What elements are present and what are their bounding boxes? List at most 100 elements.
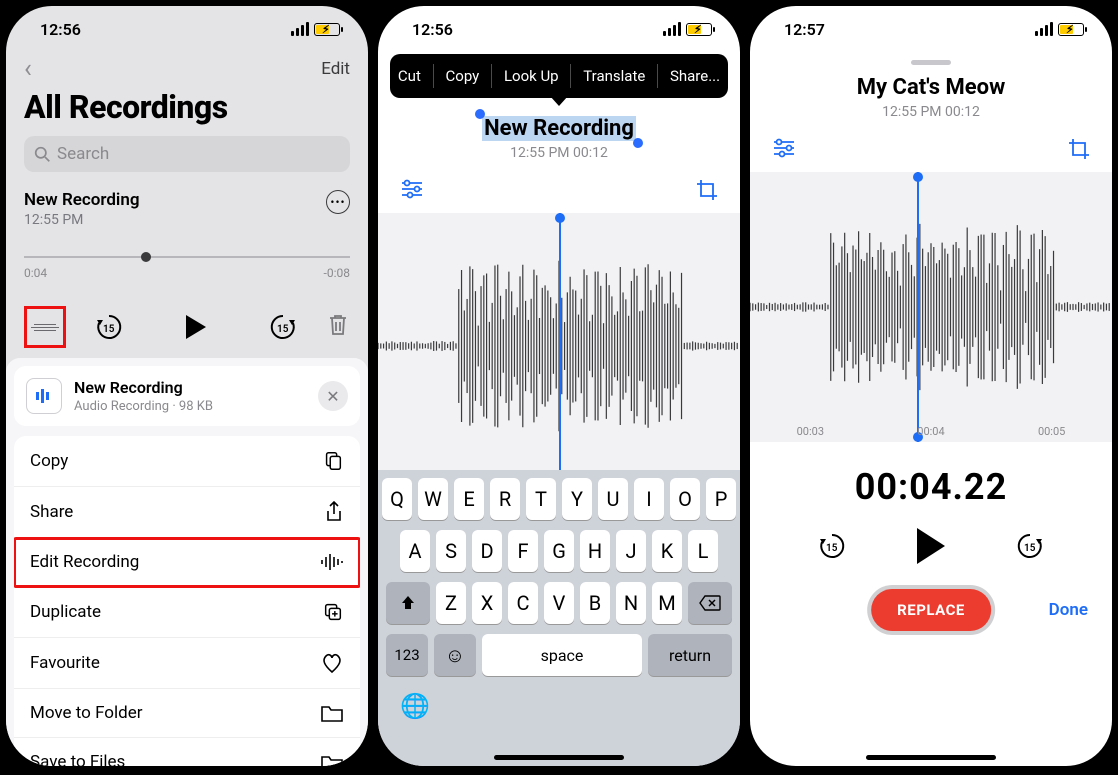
action-sheet: New Recording Audio Recording · 98 KB ✕ … <box>6 358 368 766</box>
key-emoji[interactable]: ☺ <box>434 634 476 676</box>
key-l[interactable]: L <box>688 530 718 572</box>
key-s[interactable]: S <box>436 530 466 572</box>
globe-icon[interactable]: 🌐 <box>382 686 736 720</box>
home-indicator[interactable] <box>494 755 624 760</box>
key-p[interactable]: P <box>706 478 736 520</box>
key-backspace[interactable] <box>688 582 732 624</box>
key-d[interactable]: D <box>472 530 502 572</box>
scrub-remaining: -0:08 <box>324 266 350 280</box>
key-c[interactable]: C <box>508 582 538 624</box>
play-icon[interactable] <box>186 315 206 339</box>
key-n[interactable]: N <box>616 582 646 624</box>
title-input[interactable]: New Recording <box>482 116 636 141</box>
sheet-grabber[interactable] <box>911 60 951 65</box>
heart-icon <box>320 652 344 674</box>
key-f[interactable]: F <box>508 530 538 572</box>
folder-icon <box>320 753 344 766</box>
key-x[interactable]: X <box>472 582 502 624</box>
play-icon[interactable] <box>917 528 945 564</box>
crop-icon[interactable] <box>696 179 718 205</box>
skip-forward-icon[interactable]: 15 <box>1015 531 1045 561</box>
shift-icon <box>399 594 417 612</box>
menu-favourite[interactable]: Favourite <box>14 638 360 689</box>
key-j[interactable]: J <box>616 530 646 572</box>
key-k[interactable]: K <box>652 530 682 572</box>
elapsed-time: 00:04.22 <box>750 466 1112 508</box>
key-r[interactable]: R <box>490 478 520 520</box>
recording-title[interactable]: My Cat's Meow <box>750 75 1112 100</box>
menu-edit-recording[interactable]: Edit Recording <box>14 538 360 587</box>
skip-back-icon[interactable]: 15 <box>817 531 847 561</box>
more-icon[interactable]: ••• <box>326 190 350 214</box>
trash-icon[interactable] <box>326 312 350 342</box>
sheet-subtitle: Audio Recording · 98 KB <box>74 399 213 414</box>
skip-forward-icon[interactable]: 15 <box>268 312 298 342</box>
playhead[interactable] <box>559 213 561 478</box>
search-input[interactable]: Search <box>24 136 350 172</box>
time-ticks: 00:0300:0400:05 <box>750 425 1112 438</box>
popover-cut[interactable]: Cut <box>394 67 425 85</box>
scrub-bar[interactable] <box>24 256 350 258</box>
home-indicator[interactable] <box>866 755 996 760</box>
done-button[interactable]: Done <box>1049 600 1088 620</box>
key-return[interactable]: return <box>648 634 732 676</box>
key-h[interactable]: H <box>580 530 610 572</box>
key-t[interactable]: T <box>526 478 556 520</box>
menu-save-files[interactable]: Save to Files <box>14 738 360 766</box>
recording-item[interactable]: New Recording 12:55 PM ••• 0:04 -0:08 <box>6 182 368 280</box>
signal-icon <box>663 22 681 36</box>
key-v[interactable]: V <box>544 582 574 624</box>
popover-lookup[interactable]: Look Up <box>500 67 563 85</box>
popover-share[interactable]: Share... <box>666 67 724 85</box>
key-a[interactable]: A <box>400 530 430 572</box>
key-b[interactable]: B <box>580 582 610 624</box>
waveform-area[interactable] <box>378 213 740 478</box>
playback-controls: 15 15 <box>750 528 1112 564</box>
svg-text:15: 15 <box>1024 543 1036 554</box>
menu-move-folder[interactable]: Move to Folder <box>14 689 360 738</box>
screen-rename: 12:56 ⚡︎ Cut Copy Look Up Translate Shar… <box>378 6 740 766</box>
screen-all-recordings: 12:56 ⚡︎ ‹ Edit All Recordings Search Ne… <box>6 6 368 766</box>
signal-icon <box>1035 22 1053 36</box>
key-shift[interactable] <box>386 582 430 624</box>
crop-icon[interactable] <box>1068 138 1090 164</box>
edit-button[interactable]: Edit <box>321 59 350 79</box>
status-bar: 12:56 ⚡︎ <box>378 6 740 52</box>
key-numbers[interactable]: 123 <box>386 634 428 676</box>
replace-button[interactable]: REPLACE <box>871 589 991 631</box>
key-o[interactable]: O <box>670 478 700 520</box>
popover-translate[interactable]: Translate <box>579 67 649 85</box>
menu-share[interactable]: Share <box>14 487 360 538</box>
nav-bar: ‹ Edit <box>6 52 368 88</box>
key-u[interactable]: U <box>598 478 628 520</box>
settings-icon[interactable] <box>400 179 424 205</box>
scrub-elapsed: 0:04 <box>24 266 47 280</box>
menu-copy[interactable]: Copy <box>14 436 360 487</box>
waveform-button[interactable] <box>24 306 66 348</box>
waveform-area[interactable]: 00:0300:0400:05 <box>750 172 1112 442</box>
key-space[interactable]: space <box>482 634 642 676</box>
key-e[interactable]: E <box>454 478 484 520</box>
key-q[interactable]: Q <box>382 478 412 520</box>
popover-copy[interactable]: Copy <box>442 67 484 85</box>
playhead[interactable] <box>917 172 919 442</box>
close-icon[interactable]: ✕ <box>318 381 348 411</box>
waveform-icon <box>320 552 344 572</box>
key-z[interactable]: Z <box>436 582 466 624</box>
svg-text:15: 15 <box>826 543 838 554</box>
signal-icon <box>291 22 309 36</box>
text-popover: Cut Copy Look Up Translate Share... <box>390 54 728 98</box>
sheet-title: New Recording <box>74 378 213 397</box>
key-g[interactable]: G <box>544 530 574 572</box>
status-time: 12:56 <box>40 20 81 39</box>
key-m[interactable]: M <box>652 582 682 624</box>
key-w[interactable]: W <box>418 478 448 520</box>
key-y[interactable]: Y <box>562 478 592 520</box>
back-icon[interactable]: ‹ <box>24 56 32 82</box>
share-icon <box>324 501 344 523</box>
menu-duplicate[interactable]: Duplicate <box>14 587 360 638</box>
settings-icon[interactable] <box>772 138 796 164</box>
key-i[interactable]: I <box>634 478 664 520</box>
svg-text:15: 15 <box>103 324 115 335</box>
skip-back-icon[interactable]: 15 <box>94 312 124 342</box>
